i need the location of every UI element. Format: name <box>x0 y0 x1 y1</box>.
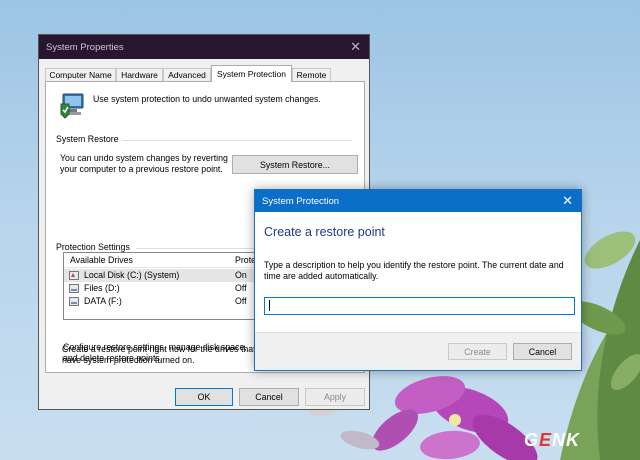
system-properties-title: System Properties <box>46 42 124 53</box>
ok-button[interactable]: OK <box>175 388 233 406</box>
drive-name: Local Disk (C:) (System) <box>84 270 180 280</box>
column-header-protection[interactable]: Prote <box>235 253 256 267</box>
create-description-line2: have system protection turned on. <box>62 355 195 365</box>
apply-button[interactable]: Apply <box>305 388 365 406</box>
drive-protection-status: On <box>235 270 247 280</box>
tab-remote[interactable]: Remote <box>292 68 331 81</box>
drive-icon <box>69 271 79 280</box>
system-protection-icon <box>60 93 84 119</box>
tab-advanced[interactable]: Advanced <box>163 68 211 81</box>
system-restore-group-label: System Restore <box>56 134 119 144</box>
drive-protection-status: Off <box>235 296 247 306</box>
drive-name: Files (D:) <box>84 283 120 293</box>
dialog-description-line2: time are added automatically. <box>264 271 379 281</box>
drive-icon <box>69 297 79 306</box>
column-header-available-drives[interactable]: Available Drives <box>70 253 133 267</box>
drive-name: DATA (F:) <box>84 296 122 306</box>
genk-watermark: GENK <box>524 430 581 450</box>
create-button[interactable]: Create <box>448 343 507 360</box>
system-restore-button[interactable]: System Restore... <box>232 155 358 174</box>
system-restore-description-line1: You can undo system changes by reverting <box>60 153 228 163</box>
system-restore-description-line2: your computer to a previous restore poin… <box>60 164 223 174</box>
text-caret <box>269 300 270 311</box>
close-icon[interactable]: ✕ <box>350 39 361 55</box>
drive-icon <box>69 284 79 293</box>
restore-point-description-input[interactable] <box>264 297 575 315</box>
protection-settings-group-label: Protection Settings <box>56 242 130 252</box>
create-description-line1: Create a restore point right now for the… <box>62 344 256 354</box>
cancel-button[interactable]: Cancel <box>239 388 299 406</box>
tab-hardware[interactable]: Hardware <box>116 68 163 81</box>
system-properties-titlebar[interactable]: System Properties ✕ <box>39 35 369 59</box>
dialog-footer: Create Cancel <box>255 332 581 370</box>
tab-computer-name[interactable]: Computer Name <box>45 68 116 81</box>
system-protection-title: System Protection <box>262 196 340 207</box>
group-divider <box>136 248 256 249</box>
dialog-description: Type a description to help you identify … <box>264 260 574 282</box>
system-protection-titlebar[interactable]: System Protection ✕ <box>255 190 581 212</box>
dialog-description-line1: Type a description to help you identify … <box>264 260 564 270</box>
cancel-button[interactable]: Cancel <box>513 343 572 360</box>
group-divider <box>122 140 352 141</box>
system-protection-dialog: System Protection ✕ Create a restore poi… <box>254 189 582 371</box>
dialog-heading: Create a restore point <box>264 225 385 239</box>
close-icon[interactable]: ✕ <box>562 193 573 209</box>
tab-system-protection[interactable]: System Protection <box>211 65 292 82</box>
drive-protection-status: Off <box>235 283 247 293</box>
intro-text: Use system protection to undo unwanted s… <box>93 94 321 104</box>
